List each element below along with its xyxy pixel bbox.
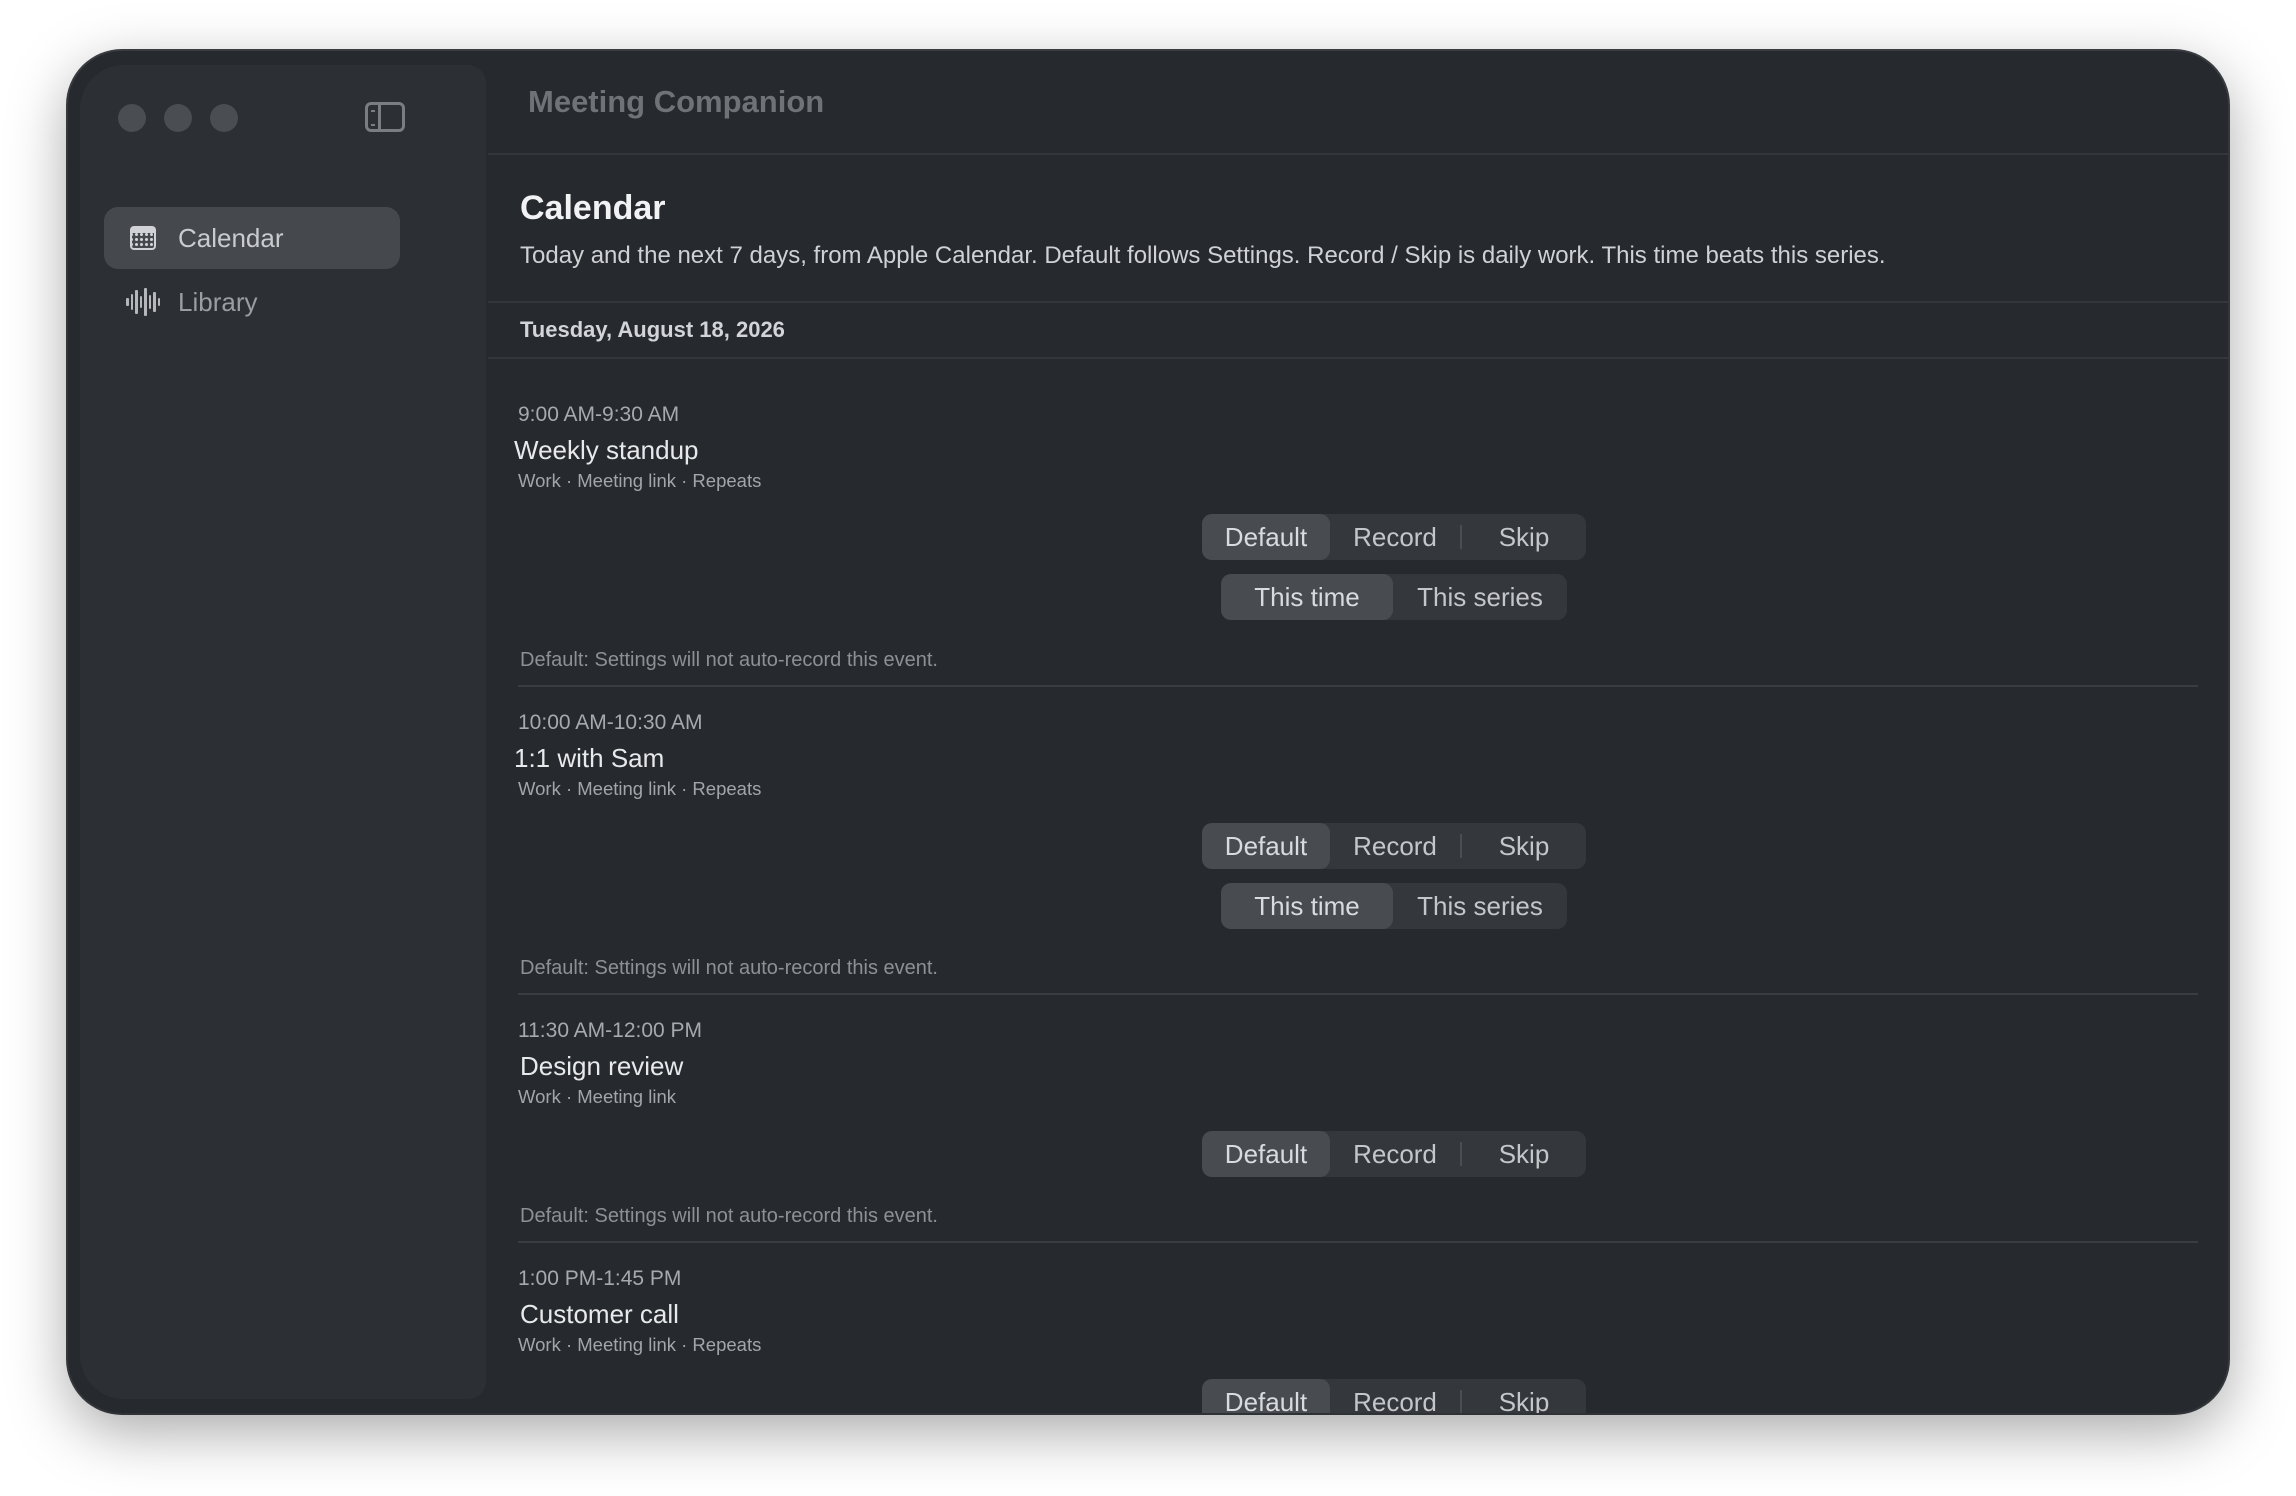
event-row: 1:00 PM-1:45 PM Customer call Work · Mee… (518, 1243, 2198, 1413)
page-header: Calendar Today and the next 7 days, from… (488, 155, 2228, 303)
event-row: 9:00 AM-9:30 AM Weekly standup Work · Me… (514, 359, 2198, 687)
event-time: 1:00 PM-1:45 PM (518, 1267, 682, 1290)
window-title: Meeting Companion (488, 51, 2228, 155)
event-time: 11:30 AM-12:00 PM (518, 1019, 703, 1042)
sidebar-item-label: Calendar (178, 222, 284, 253)
event-note: Default: Settings will not auto-record t… (520, 1205, 938, 1227)
record-mode-control[interactable]: Default Record Skip (1202, 1131, 1586, 1177)
record-mode-control[interactable]: Default Record Skip (1202, 823, 1586, 869)
sidebar-item-label: Library (178, 286, 258, 317)
app-window: Calendar Library Meeting Companion Calen… (68, 51, 2228, 1413)
page-title: Calendar (520, 189, 666, 227)
sidebar: Calendar Library (80, 65, 486, 1399)
default-option[interactable]: Default (1202, 823, 1330, 869)
event-note: Default: Settings will not auto-record t… (520, 649, 938, 671)
record-option[interactable]: Record (1330, 1379, 1460, 1414)
record-option[interactable]: Record (1330, 514, 1460, 560)
sidebar-toggle-icon[interactable] (365, 102, 405, 132)
waveform-icon (126, 287, 160, 317)
event-meta: Work · Meeting link · Repeats (518, 470, 762, 491)
skip-option[interactable]: Skip (1462, 1131, 1586, 1177)
this-time-option[interactable]: This time (1221, 574, 1393, 620)
minimize-window-button[interactable] (164, 104, 192, 132)
skip-option[interactable]: Skip (1462, 1379, 1586, 1414)
event-row: 10:00 AM-10:30 AM 1:1 with Sam Work · Me… (514, 687, 2198, 995)
event-title: 1:1 with Sam (514, 743, 665, 773)
main-content: Meeting Companion Calendar Today and the… (488, 51, 2228, 1413)
this-series-option[interactable]: This series (1393, 574, 1567, 620)
this-time-option[interactable]: This time (1221, 883, 1393, 929)
default-option[interactable]: Default (1202, 1131, 1330, 1177)
event-time: 10:00 AM-10:30 AM (518, 711, 703, 734)
scope-control[interactable]: This time This series (1221, 883, 1567, 929)
event-note: Default: Settings will not auto-record t… (520, 957, 938, 979)
event-time: 9:00 AM-9:30 AM (518, 403, 680, 426)
page-subtitle: Today and the next 7 days, from Apple Ca… (520, 242, 1886, 269)
this-series-option[interactable]: This series (1393, 883, 1567, 929)
day-header: Tuesday, August 18, 2026 (488, 303, 2228, 359)
record-option[interactable]: Record (1330, 823, 1460, 869)
default-option[interactable]: Default (1202, 514, 1330, 560)
scope-control[interactable]: This time This series (1221, 574, 1567, 620)
event-title: Design review (520, 1051, 684, 1081)
calendar-icon (128, 223, 158, 253)
record-mode-control[interactable]: Default Record Skip (1202, 514, 1586, 560)
event-title: Customer call (520, 1299, 679, 1329)
default-option[interactable]: Default (1202, 1379, 1330, 1413)
event-title: Weekly standup (514, 435, 699, 465)
event-meta: Work · Meeting link (518, 1086, 676, 1107)
skip-option[interactable]: Skip (1462, 514, 1586, 560)
event-meta: Work · Meeting link · Repeats (518, 778, 762, 799)
event-row: 11:30 AM-12:00 PM Design review Work · M… (518, 995, 2198, 1243)
record-mode-control[interactable]: Default Record Skip (1202, 1379, 1586, 1413)
record-option[interactable]: Record (1330, 1131, 1460, 1177)
event-list: 9:00 AM-9:30 AM Weekly standup Work · Me… (488, 359, 2228, 1413)
sidebar-item-calendar[interactable]: Calendar (104, 207, 400, 269)
window-controls (118, 104, 238, 132)
close-window-button[interactable] (118, 104, 146, 132)
zoom-window-button[interactable] (210, 104, 238, 132)
sidebar-item-library[interactable]: Library (104, 271, 400, 333)
skip-option[interactable]: Skip (1462, 823, 1586, 869)
event-meta: Work · Meeting link · Repeats (518, 1334, 762, 1355)
